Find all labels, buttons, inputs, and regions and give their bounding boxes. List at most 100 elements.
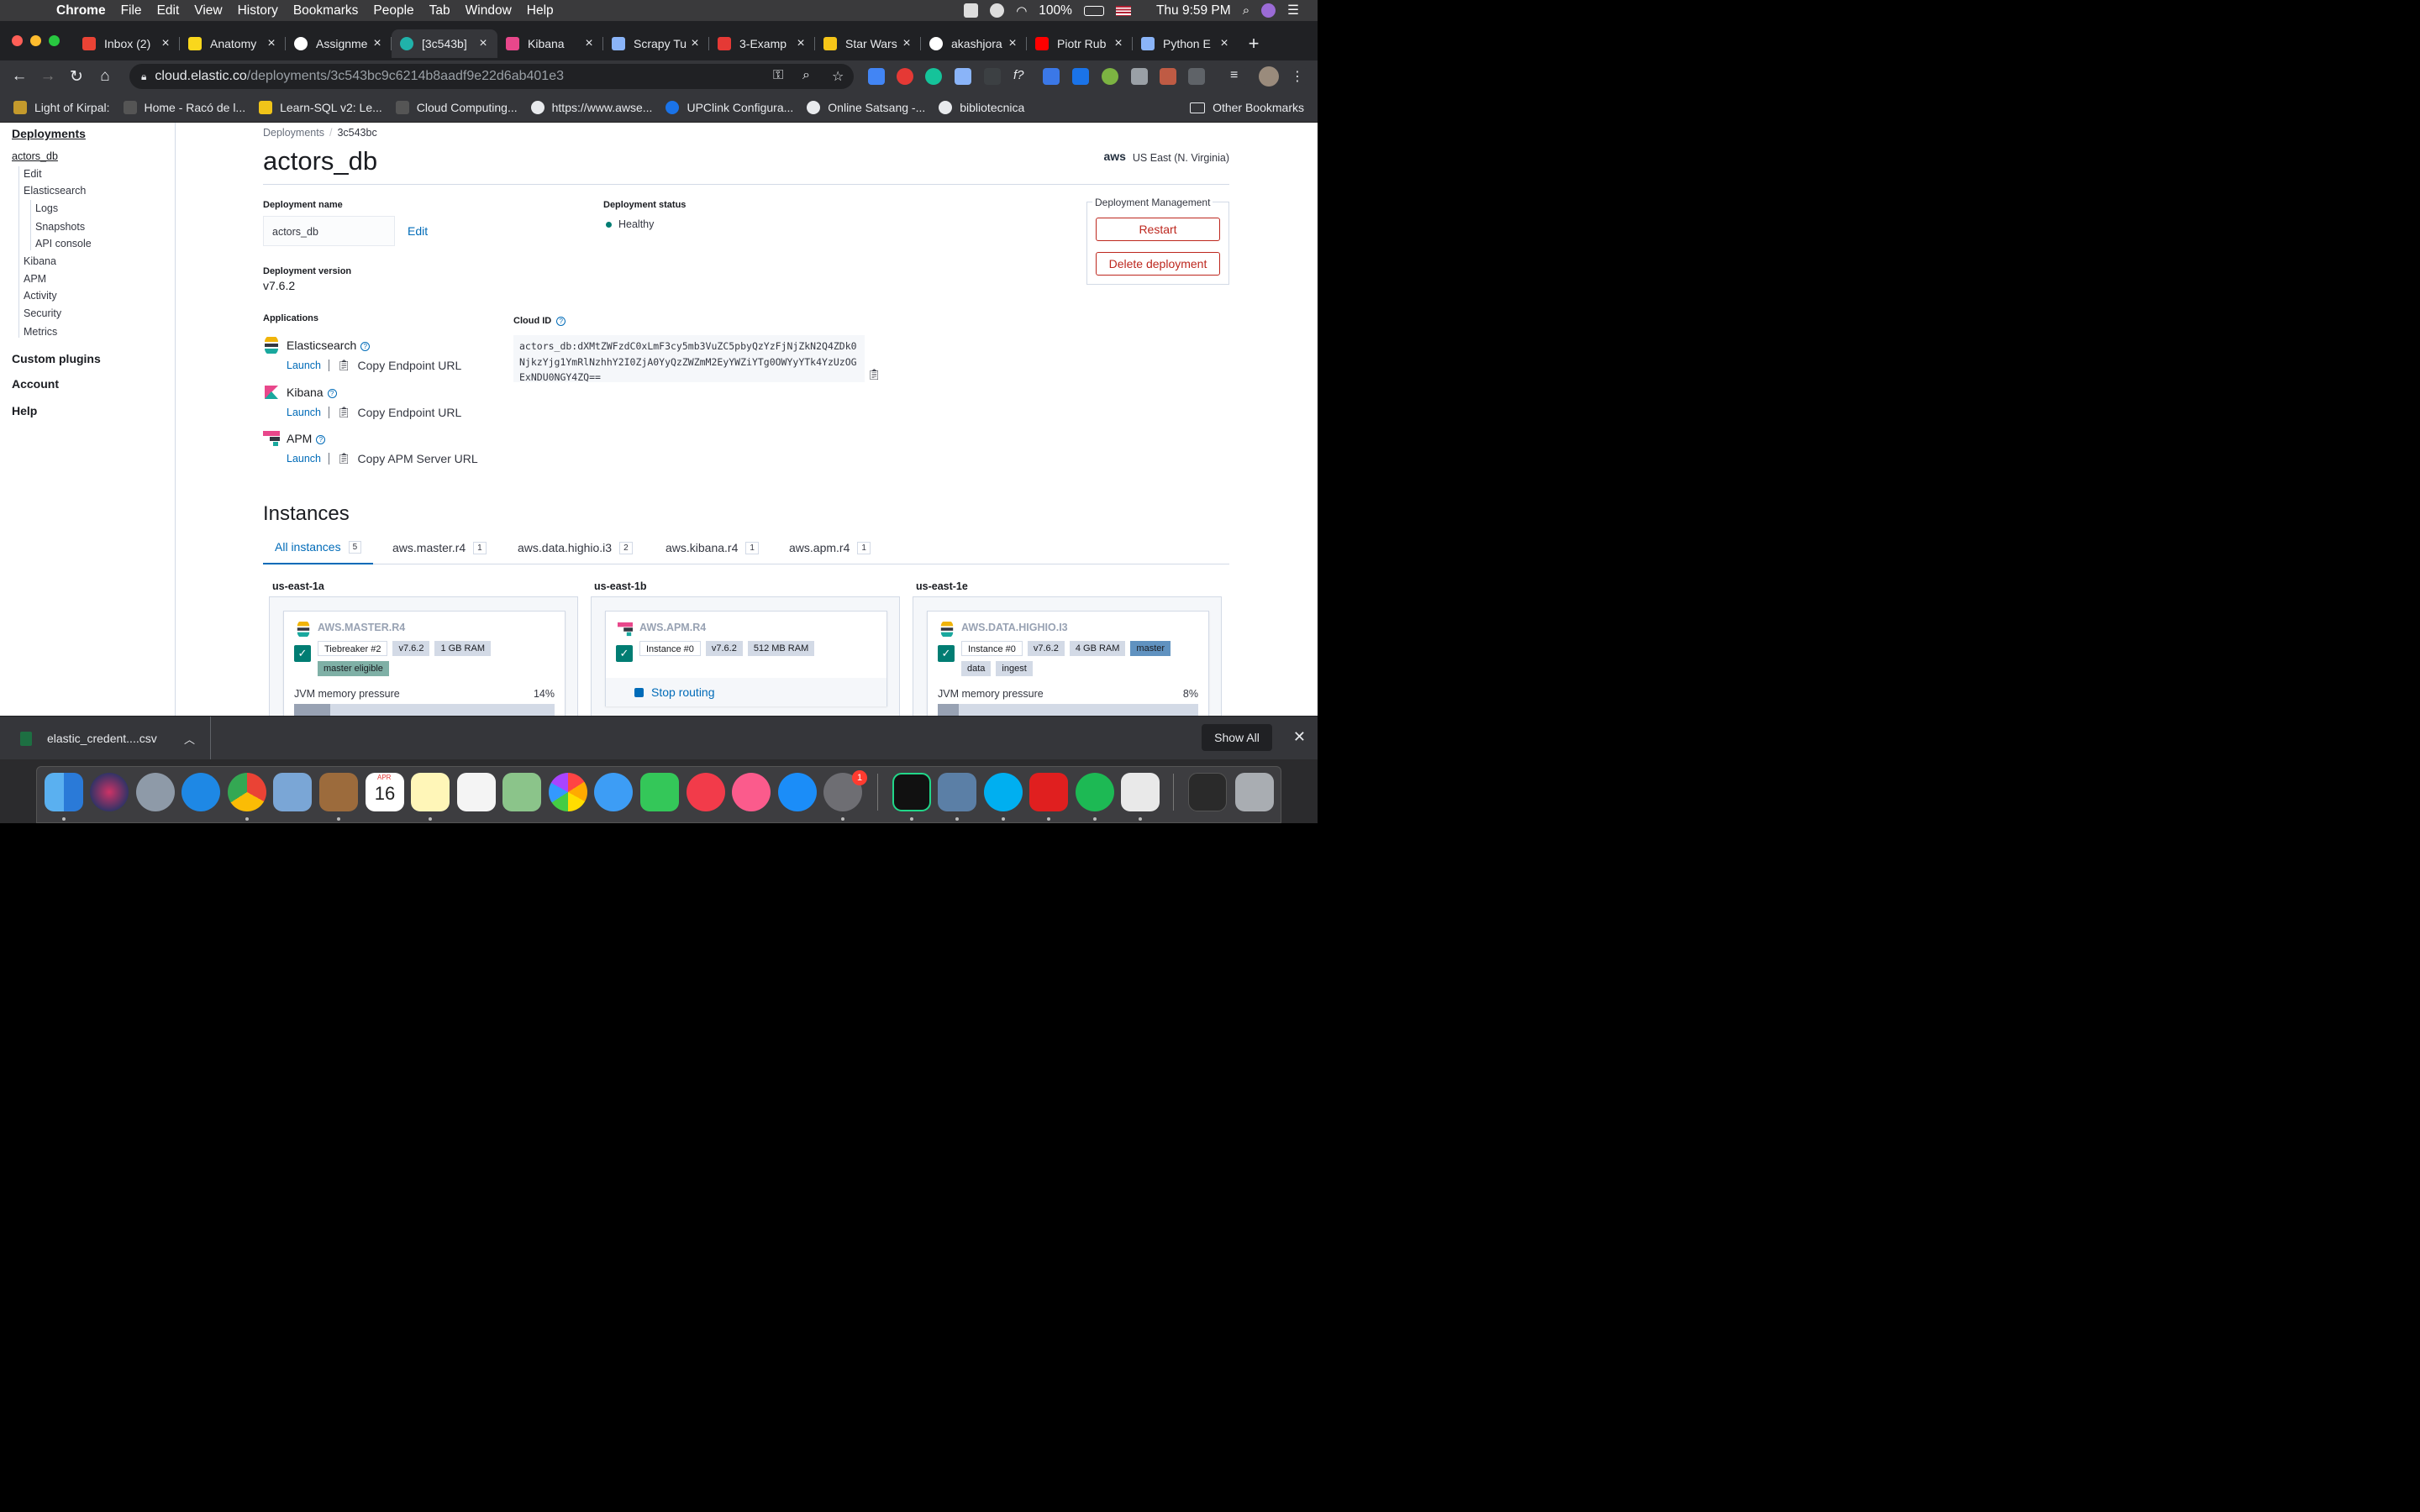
launch-kibana-link[interactable]: Launch <box>287 407 321 418</box>
textedit-icon[interactable] <box>1121 773 1160 811</box>
preview-icon[interactable] <box>938 773 976 811</box>
close-tab-icon[interactable]: × <box>371 36 383 51</box>
tab-inbox[interactable]: Inbox (2) × <box>74 29 180 58</box>
nav-elasticsearch[interactable]: Elasticsearch <box>24 185 86 197</box>
battery-percent[interactable]: 100% <box>1039 3 1072 18</box>
wifi-icon[interactable]: ◠ <box>1016 3 1027 18</box>
nav-deployment-actors-db[interactable]: actors_db <box>12 150 58 162</box>
mail-icon[interactable] <box>273 773 312 811</box>
close-tab-icon[interactable]: × <box>477 36 489 51</box>
help-icon[interactable]: ? <box>327 389 337 398</box>
nav-kibana[interactable]: Kibana <box>24 255 56 267</box>
close-tab-icon[interactable]: × <box>1218 36 1230 51</box>
help-icon[interactable]: ? <box>360 342 371 351</box>
close-tab-icon[interactable]: × <box>1113 36 1124 51</box>
menu-bookmarks[interactable]: Bookmarks <box>286 3 366 18</box>
copy-endpoint-elasticsearch[interactable]: Copy Endpoint URL <box>358 359 462 372</box>
minimize-window-button[interactable] <box>30 35 41 46</box>
nav-account[interactable]: Account <box>12 377 59 391</box>
tab-kibana[interactable]: Kibana × <box>497 29 603 58</box>
pen-icon[interactable] <box>984 68 1001 85</box>
tab-aws-apm-r4[interactable]: aws.apm.r4 1 <box>789 531 871 564</box>
bookmark-item[interactable]: Cloud Computing... <box>395 100 518 114</box>
key-icon[interactable]: ⚿ <box>773 68 783 83</box>
help-icon[interactable]: ? <box>556 317 566 326</box>
address-bar[interactable]: 🔒︎ cloud.elastic.co/deployments/3c543bc9… <box>129 64 854 89</box>
tab-scrapy[interactable]: Scrapy Tu × <box>603 29 709 58</box>
close-window-button[interactable] <box>12 35 23 46</box>
photos-icon[interactable] <box>549 773 587 811</box>
tab-aws-data-highio-i3[interactable]: aws.data.highio.i3 2 <box>518 531 633 564</box>
reminders-icon[interactable] <box>457 773 496 811</box>
bookmark-item[interactable]: Online Satsang -... <box>807 100 925 114</box>
tab-python[interactable]: Python E × <box>1133 29 1239 58</box>
notification-center-icon[interactable]: ☰ <box>1287 3 1299 18</box>
back-arrow-icon[interactable]: ← <box>5 67 34 86</box>
tab-youtube[interactable]: Piotr Rub × <box>1027 29 1133 58</box>
nav-metrics[interactable]: Metrics <box>24 326 57 338</box>
other-bookmarks[interactable]: Other Bookmarks <box>1190 92 1304 123</box>
close-tab-icon[interactable]: × <box>1007 36 1018 51</box>
minimized-window-icon[interactable] <box>1188 773 1227 811</box>
maps-icon[interactable] <box>502 773 541 811</box>
menubar-clock[interactable]: Thu 9:59 PM <box>1156 3 1231 18</box>
bookmark-item[interactable]: bibliotecnica <box>939 100 1024 114</box>
new-tab-button[interactable]: + <box>1239 29 1269 58</box>
chevron-up-icon[interactable]: ︿ <box>184 731 195 747</box>
edit-name-link[interactable]: Edit <box>408 224 428 238</box>
pycharm-icon[interactable] <box>892 773 931 811</box>
nav-custom-plugins[interactable]: Custom plugins <box>12 352 101 365</box>
tab-anatomy[interactable]: Anatomy × <box>180 29 286 58</box>
nav-help[interactable]: Help <box>12 404 37 417</box>
tab-github-akash[interactable]: akashjora × <box>921 29 1027 58</box>
menu-view[interactable]: View <box>187 3 229 18</box>
extension-icon[interactable] <box>1188 68 1205 85</box>
extension-icon[interactable] <box>1160 68 1176 85</box>
shield-icon[interactable] <box>1131 68 1148 85</box>
media-queue-icon[interactable]: ≡ <box>1230 68 1247 85</box>
flag-icon[interactable] <box>1115 5 1131 16</box>
menu-history[interactable]: History <box>230 3 286 18</box>
bookmark-item[interactable]: UPClink Configura... <box>666 100 793 114</box>
extension-icon[interactable] <box>1043 68 1060 85</box>
trash-icon[interactable] <box>1235 773 1274 811</box>
messages-icon[interactable] <box>594 773 633 811</box>
profile-avatar[interactable] <box>1259 66 1279 87</box>
close-tab-icon[interactable]: × <box>901 36 913 51</box>
nav-deployments[interactable]: Deployments <box>12 127 86 140</box>
battery-icon[interactable] <box>1083 5 1104 16</box>
bookmark-item[interactable]: Learn-SQL v2: Le... <box>259 100 382 114</box>
extension-icon[interactable] <box>955 68 971 85</box>
contacts-icon[interactable] <box>319 773 358 811</box>
siri-icon[interactable] <box>1261 3 1276 18</box>
tab-all-instances[interactable]: All instances 5 <box>263 531 374 564</box>
tab-assignment[interactable]: Assignme × <box>286 29 392 58</box>
nav-edit[interactable]: Edit <box>24 168 42 180</box>
launch-elasticsearch-link[interactable]: Launch <box>287 360 321 371</box>
help-icon[interactable]: ? <box>316 435 326 444</box>
clipboard-icon[interactable]: 📋︎ <box>337 452 351 465</box>
close-tab-icon[interactable]: × <box>795 36 807 51</box>
launch-apm-link[interactable]: Launch <box>287 453 321 465</box>
bookmark-item[interactable]: Light of Kirpal: <box>13 100 110 114</box>
select-checkbox-icon[interactable]: ✓ <box>938 645 955 662</box>
close-tab-icon[interactable]: × <box>160 36 171 51</box>
nav-snapshots[interactable]: Snapshots <box>35 221 85 233</box>
delete-deployment-button[interactable]: Delete deployment <box>1096 252 1220 276</box>
nav-security[interactable]: Security <box>24 307 61 319</box>
copy-cloud-id-icon[interactable]: 📋︎ <box>867 368 881 381</box>
tab-example[interactable]: 3-Examp × <box>709 29 815 58</box>
grammarly-icon[interactable] <box>925 68 942 85</box>
close-download-bar-icon[interactable]: ✕ <box>1293 728 1306 746</box>
bookmark-item[interactable]: https://www.awse... <box>530 100 652 114</box>
zoom-window-button[interactable] <box>49 35 60 46</box>
restart-button[interactable]: Restart <box>1096 218 1220 241</box>
forward-arrow-icon[interactable]: → <box>34 67 62 86</box>
facetime-icon[interactable] <box>640 773 679 811</box>
tab-deployment-active[interactable]: [3c543b] × <box>392 29 497 58</box>
extension-icon[interactable] <box>868 68 885 85</box>
clipboard-icon[interactable]: 📋︎ <box>337 359 351 372</box>
calendar-icon[interactable]: 16 APR <box>366 773 404 811</box>
zoom-icon[interactable]: ⌕ <box>802 68 810 83</box>
home-icon[interactable]: ⌂ <box>91 67 119 86</box>
